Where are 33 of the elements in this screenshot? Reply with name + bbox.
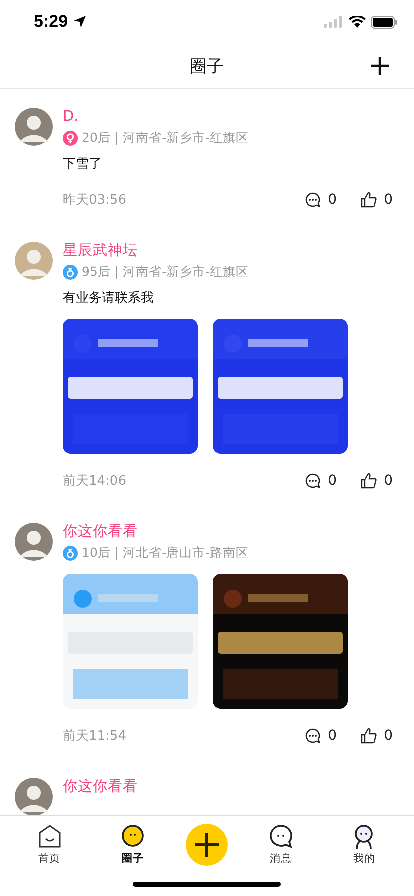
- post-text: 有业务请联系我: [63, 290, 154, 307]
- post-time: 前天14:06: [63, 473, 126, 490]
- page-title: 圈子: [190, 56, 224, 78]
- like-button[interactable]: 0: [361, 728, 393, 744]
- like-button[interactable]: 0: [361, 473, 393, 489]
- user-info: 20后 | 河南省-新乡市-红旗区: [82, 130, 250, 147]
- status-time: 5:29: [34, 12, 68, 32]
- battery-icon: [371, 16, 398, 28]
- comment-button[interactable]: 0: [305, 728, 338, 744]
- tab-item[interactable]: 我的: [334, 824, 394, 866]
- avatar[interactable]: [15, 523, 53, 561]
- add-icon[interactable]: [370, 56, 390, 76]
- location-arrow-icon: [73, 15, 88, 29]
- user-info: 95后 | 河南省-新乡市-红旗区: [82, 264, 250, 281]
- post-text: 下雪了: [63, 156, 102, 173]
- avatar[interactable]: [15, 778, 53, 815]
- tab-item[interactable]: 首页: [20, 824, 80, 866]
- home-icon: [36, 824, 63, 850]
- signal-icon: [324, 16, 344, 28]
- wifi-icon: [349, 16, 366, 28]
- plus-icon: [192, 831, 221, 859]
- comment-button[interactable]: 0: [305, 473, 338, 489]
- face-icon: [120, 824, 146, 850]
- comment-button[interactable]: 0: [305, 192, 338, 208]
- add-post-button[interactable]: [186, 824, 228, 866]
- post-time: 前天11:54: [63, 728, 126, 745]
- avatar[interactable]: [15, 108, 53, 146]
- post-time: 昨天03:56: [63, 192, 126, 209]
- tab-item[interactable]: 消息: [251, 824, 312, 866]
- chat-icon: [268, 824, 294, 850]
- user-info: 10后 | 河北省-唐山市-路南区: [82, 545, 250, 562]
- tab-item[interactable]: 圈子: [102, 824, 163, 866]
- like-button[interactable]: 0: [361, 192, 393, 208]
